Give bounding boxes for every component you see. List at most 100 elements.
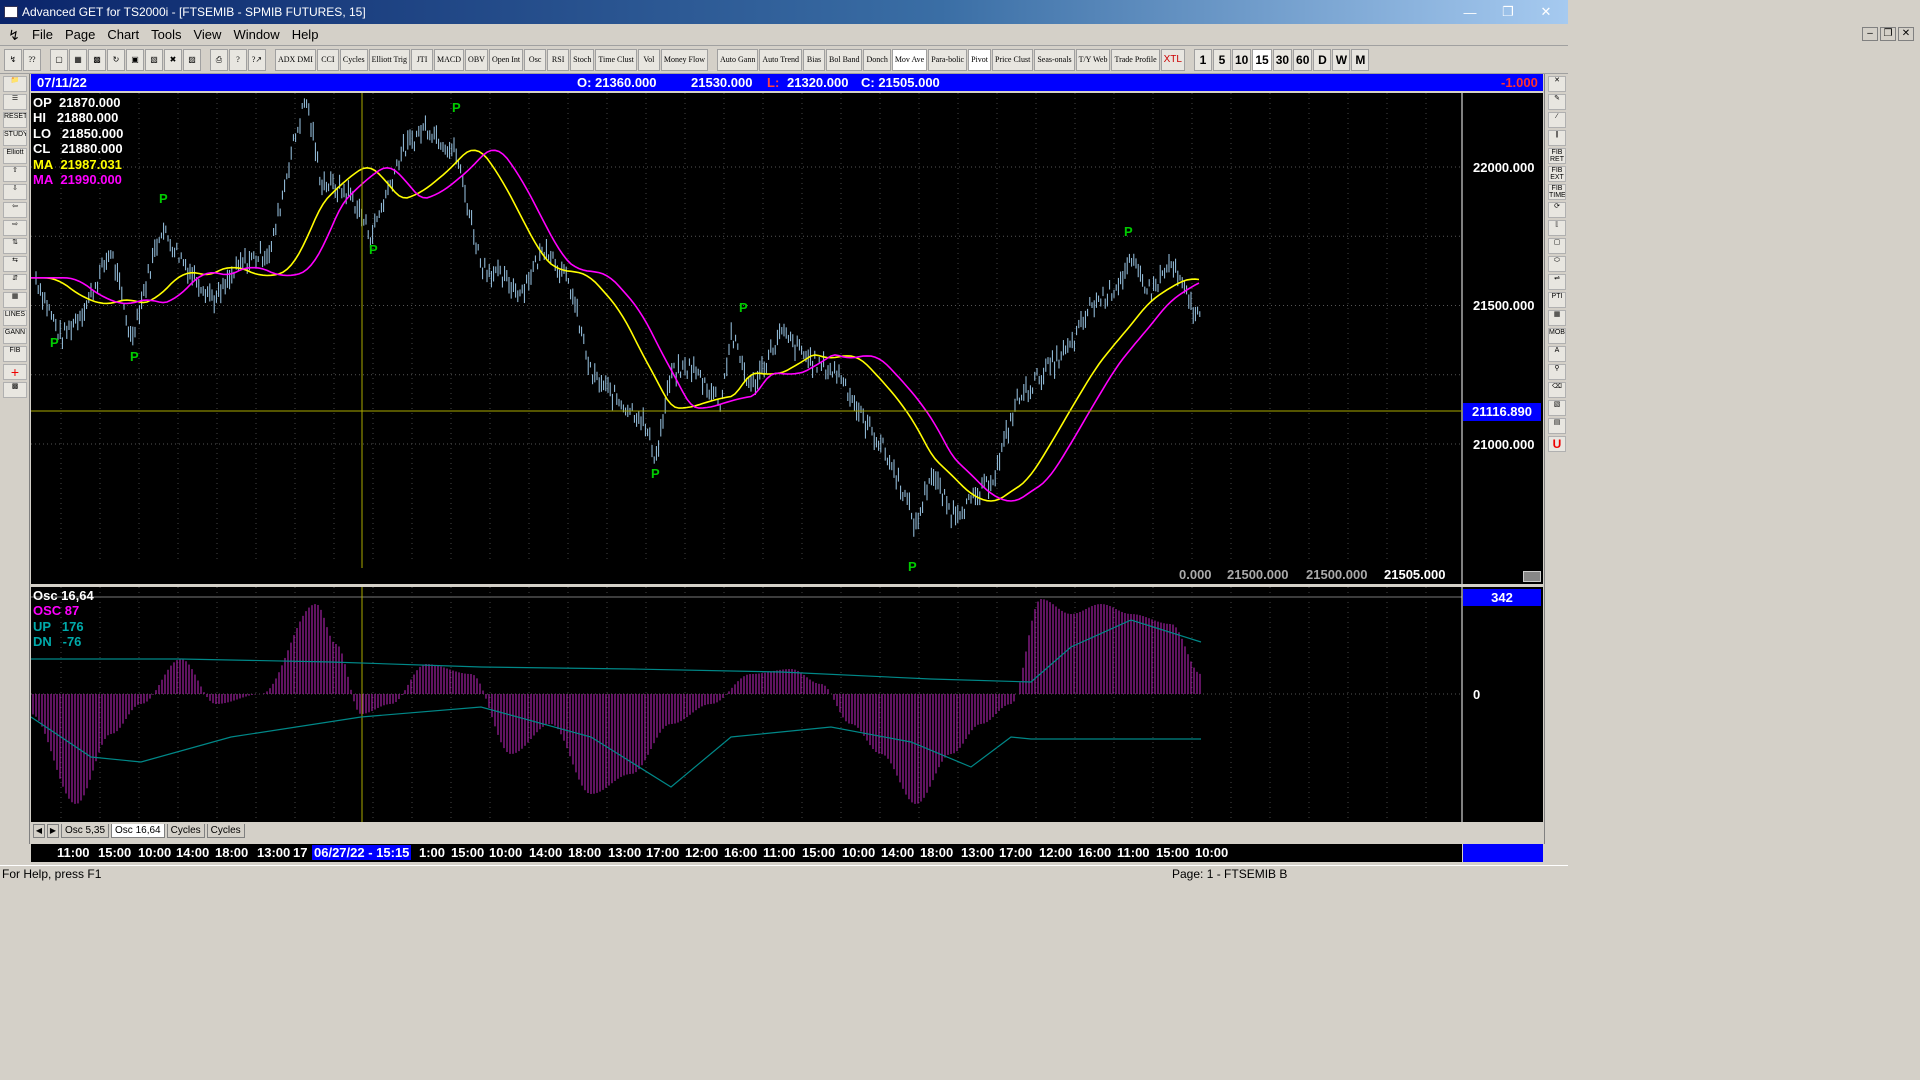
study-obv-button[interactable]: OBV bbox=[465, 49, 488, 71]
mob-icon[interactable]: MOB bbox=[1548, 328, 1566, 344]
menu-help[interactable]: Help bbox=[286, 27, 325, 42]
period-weekly-button[interactable]: W bbox=[1332, 49, 1351, 71]
study-pivot-button[interactable]: Pivot bbox=[968, 49, 991, 71]
menu-page[interactable]: Page bbox=[59, 27, 101, 42]
study-ty-web-button[interactable]: T/Y Web bbox=[1075, 49, 1111, 71]
study-macd-button[interactable]: MACD bbox=[434, 49, 465, 71]
study-cycles-button[interactable]: Cycles bbox=[339, 49, 368, 71]
ellipse-icon[interactable]: ⬭ bbox=[1548, 256, 1566, 272]
close-button[interactable]: ✕ bbox=[1528, 2, 1564, 22]
grid-select-icon[interactable]: ▧ bbox=[1548, 400, 1566, 416]
arrow-right-icon[interactable]: ⇨ bbox=[3, 220, 27, 236]
whatsthis-icon[interactable]: ?? bbox=[23, 49, 41, 71]
delete-icon[interactable]: ✖ bbox=[164, 49, 182, 71]
parallel-lines-icon[interactable]: ∥ bbox=[1548, 130, 1566, 146]
print-icon[interactable]: ⎙ bbox=[210, 49, 228, 71]
study-parabolic-button[interactable]: Para-bolic bbox=[928, 49, 968, 71]
template-icon[interactable]: ▣ bbox=[126, 49, 144, 71]
pencil-icon[interactable]: ✎ bbox=[1548, 94, 1566, 110]
study-time-clust-button[interactable]: Time Clust bbox=[595, 49, 637, 71]
help-icon[interactable]: ? bbox=[229, 49, 247, 71]
menu-window[interactable]: Window bbox=[227, 27, 285, 42]
fib-extension-icon[interactable]: FIB EXT bbox=[1548, 166, 1566, 182]
mdi-minimize-button[interactable]: – bbox=[1862, 27, 1878, 41]
menu-file[interactable]: File bbox=[26, 27, 59, 42]
tab-osc-5-35[interactable]: Osc 5,35 bbox=[61, 824, 110, 838]
fib-retracement-icon[interactable]: FIB RET bbox=[1548, 148, 1566, 164]
expand-bars-icon[interactable]: ⇅ bbox=[3, 238, 27, 254]
period-30-button[interactable]: 30 bbox=[1272, 49, 1293, 71]
study-donch-button[interactable]: Donch bbox=[863, 49, 891, 71]
compress-bars-icon[interactable]: ⇆ bbox=[3, 256, 27, 272]
arrow-left-icon[interactable]: ⇦ bbox=[3, 202, 27, 218]
properties-icon[interactable]: ▩ bbox=[3, 382, 27, 398]
fan-icon[interactable]: ⟦ bbox=[1548, 220, 1566, 236]
crosshair-icon[interactable]: + bbox=[3, 364, 27, 380]
zoom-icon[interactable]: ⚲ bbox=[1548, 364, 1566, 380]
refresh-icon[interactable]: ↻ bbox=[107, 49, 125, 71]
menu-chart[interactable]: Chart bbox=[101, 27, 145, 42]
report-icon[interactable]: ▤ bbox=[1548, 418, 1566, 434]
study-jti-button[interactable]: JTI bbox=[411, 49, 434, 71]
menu-view[interactable]: View bbox=[187, 27, 227, 42]
undo-icon[interactable]: U bbox=[1548, 436, 1566, 452]
layout-icon[interactable]: ▨ bbox=[183, 49, 201, 71]
study-cci-button[interactable]: CCI bbox=[316, 49, 339, 71]
study-vol-button[interactable]: Vol bbox=[637, 49, 660, 71]
study-stoch-button[interactable]: Stoch bbox=[570, 49, 595, 71]
close-x-icon[interactable]: ✕ bbox=[1548, 76, 1566, 92]
eraser-icon[interactable]: ⌫ bbox=[1548, 382, 1566, 398]
open-page-icon[interactable]: ▦ bbox=[69, 49, 87, 71]
box-icon[interactable]: ▢ bbox=[1548, 238, 1566, 254]
tab-cycles-2[interactable]: Cycles bbox=[206, 824, 245, 838]
tab-scroll-left-icon[interactable]: ◀ bbox=[33, 824, 45, 838]
study-price-clust-button[interactable]: Price Clust bbox=[992, 49, 1034, 71]
study-bol-band-button[interactable]: Bol Band bbox=[826, 49, 863, 71]
period-monthly-button[interactable]: M bbox=[1351, 49, 1370, 71]
panel-resize-icon[interactable] bbox=[1523, 571, 1541, 582]
chart-tool-icon[interactable]: ☰ bbox=[3, 94, 27, 110]
scale-icon[interactable]: ⇵ bbox=[3, 274, 27, 290]
new-file-icon[interactable]: ▢ bbox=[50, 49, 68, 71]
study-adx-dmi-button[interactable]: ADX DMI bbox=[275, 49, 316, 71]
period-5-button[interactable]: 5 bbox=[1212, 49, 1231, 71]
fib-time-icon[interactable]: FIB TIME bbox=[1548, 184, 1566, 200]
menu-tools[interactable]: Tools bbox=[145, 27, 187, 42]
pointer-tool-icon[interactable]: ↯ bbox=[4, 49, 22, 71]
spiral-icon[interactable]: ⟳ bbox=[1548, 202, 1566, 218]
period-60-button[interactable]: 60 bbox=[1293, 49, 1313, 71]
context-help-icon[interactable]: ?↗ bbox=[248, 49, 266, 71]
table-icon[interactable]: ▦ bbox=[1548, 310, 1566, 326]
elliott-icon[interactable]: Elliott bbox=[3, 148, 27, 164]
study-bias-button[interactable]: Bias bbox=[803, 49, 826, 71]
tab-osc-16-64[interactable]: Osc 16,64 bbox=[111, 824, 165, 838]
study-xtl-button[interactable]: XTL bbox=[1160, 49, 1185, 71]
study-auto-gann-button[interactable]: Auto Gann bbox=[717, 49, 759, 71]
restore-button[interactable]: ❐ bbox=[1490, 2, 1526, 22]
study-osc-button[interactable]: Osc bbox=[524, 49, 547, 71]
arrow-down-icon[interactable]: ⇩ bbox=[3, 184, 27, 200]
tab-scroll-right-icon[interactable]: ▶ bbox=[47, 824, 59, 838]
lines-icon[interactable]: LINES bbox=[3, 310, 27, 326]
arrow-up-icon[interactable]: ⇧ bbox=[3, 166, 27, 182]
text-icon[interactable]: A bbox=[1548, 346, 1566, 362]
period-1-button[interactable]: 1 bbox=[1193, 49, 1212, 71]
oscillator-canvas[interactable] bbox=[31, 587, 1543, 822]
gann-icon[interactable]: GANN bbox=[3, 328, 27, 344]
folder-icon[interactable]: 📁 bbox=[3, 76, 27, 92]
study-rsi-button[interactable]: RSI bbox=[547, 49, 570, 71]
study-auto-trend-button[interactable]: Auto Trend bbox=[759, 49, 803, 71]
grid-tool-icon[interactable]: ▦ bbox=[3, 292, 27, 308]
oscillator-panel[interactable]: Osc 16,64 OSC 87 UP 176 DN -76 342 0 bbox=[31, 587, 1543, 822]
mdi-close-button[interactable]: ✕ bbox=[1898, 27, 1914, 41]
study-icon[interactable]: STUDY bbox=[3, 130, 27, 146]
grid-icon[interactable]: ▧ bbox=[145, 49, 163, 71]
period-15-button[interactable]: 15 bbox=[1252, 49, 1272, 71]
study-trade-profile-button[interactable]: Trade Profile bbox=[1111, 49, 1160, 71]
period-daily-button[interactable]: D bbox=[1313, 49, 1332, 71]
mdi-restore-button[interactable]: ❐ bbox=[1880, 27, 1896, 41]
pti-icon[interactable]: PTI bbox=[1548, 292, 1566, 308]
document-menu-icon[interactable]: ↯ bbox=[6, 27, 22, 43]
study-money-flow-button[interactable]: Money Flow bbox=[660, 49, 709, 71]
fib-icon[interactable]: FIB bbox=[3, 346, 27, 362]
